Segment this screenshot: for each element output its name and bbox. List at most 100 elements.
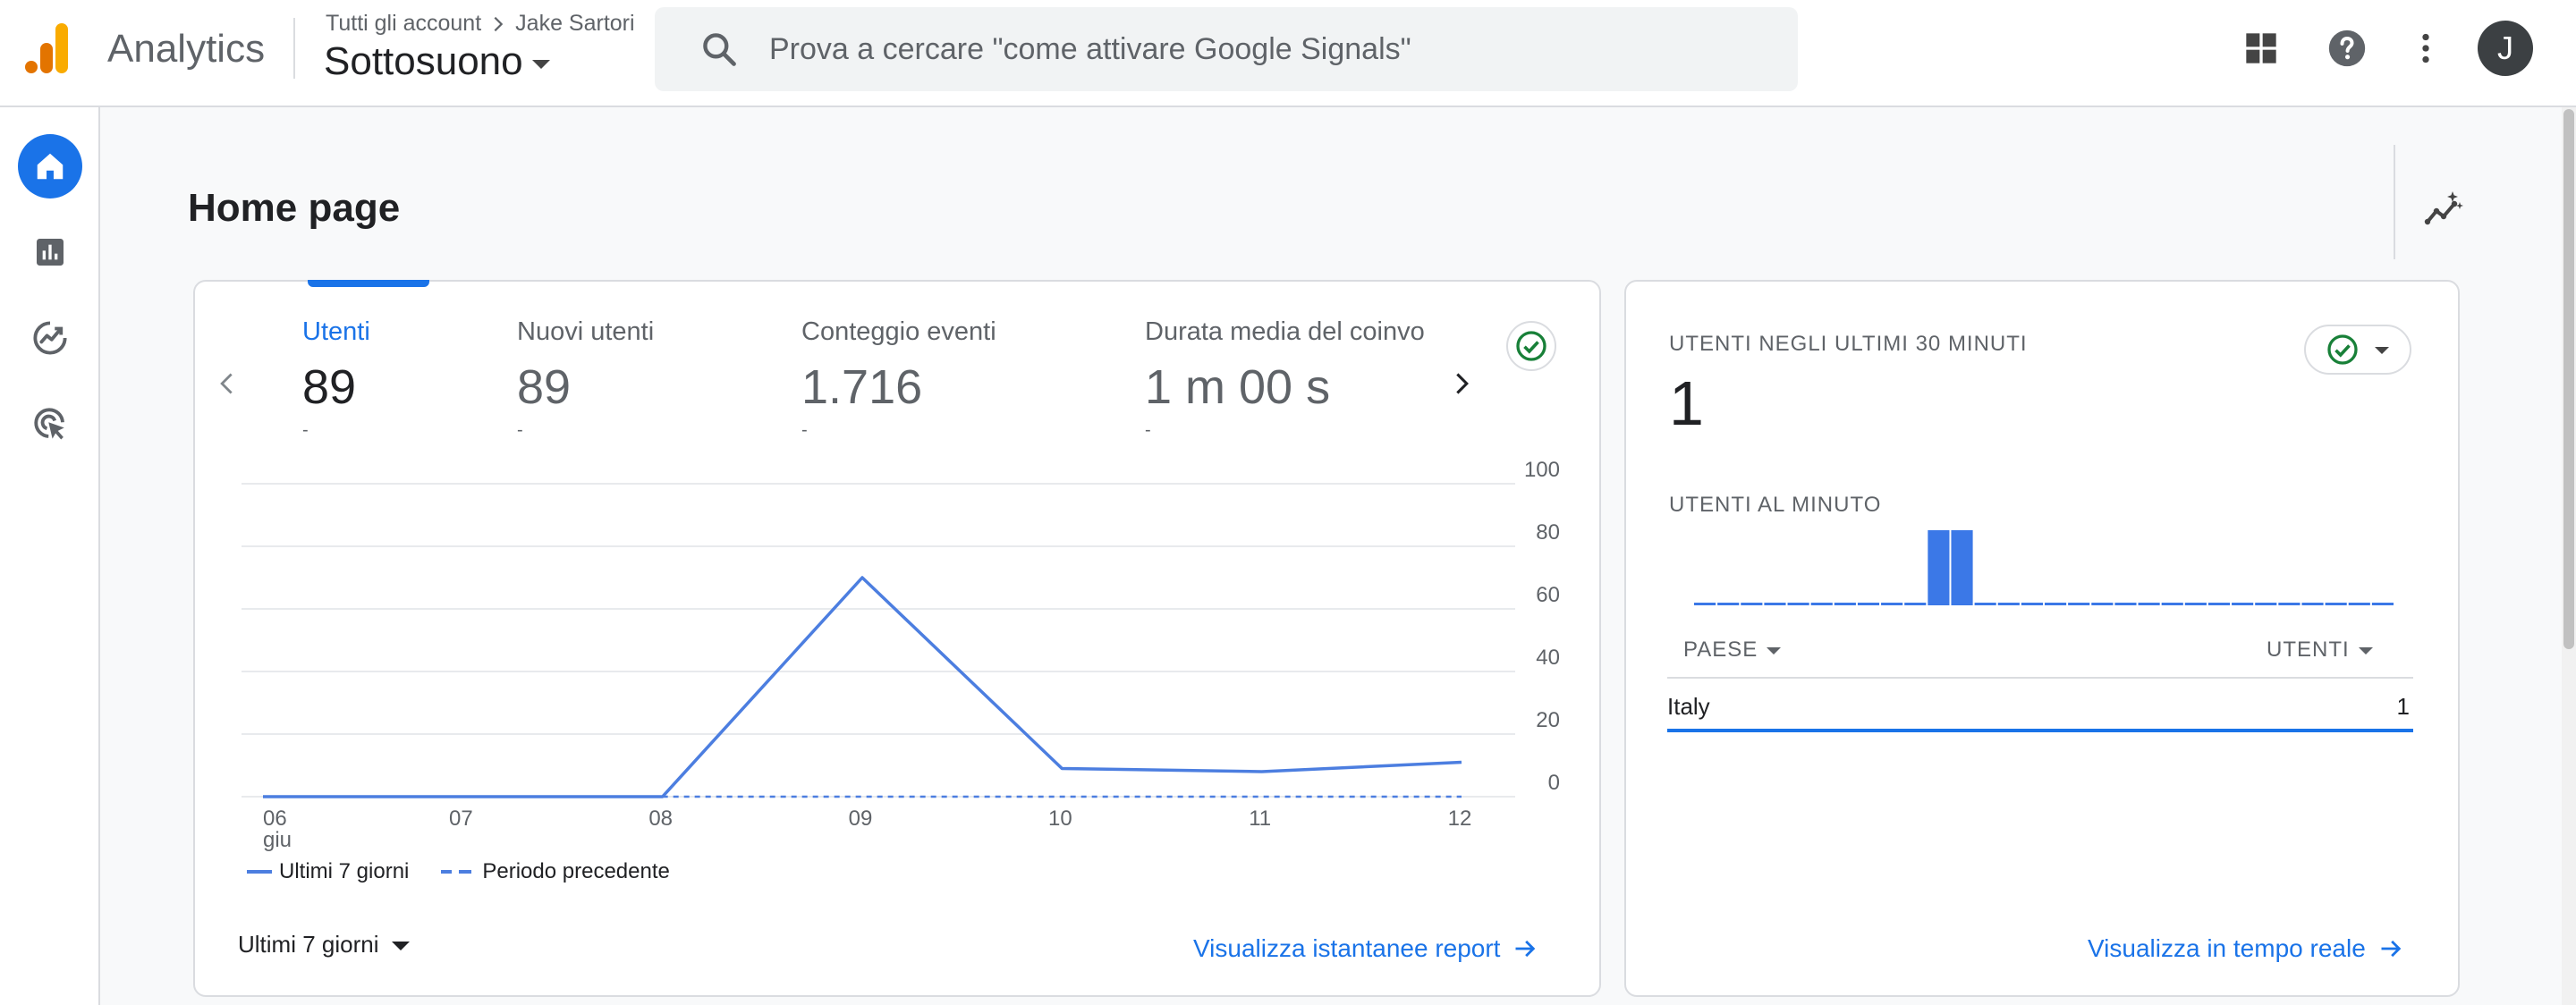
date-range-selector[interactable]: Ultimi 7 giorni (238, 931, 410, 959)
metric-change: - (1145, 420, 1151, 440)
x-tick-label: 10 (1048, 807, 1072, 831)
property-selector[interactable]: Sottosuono (324, 39, 550, 84)
y-tick-label: 80 (1536, 520, 1560, 545)
arrow-right-icon (2381, 940, 2402, 958)
users-line-chart: 0 20 40 60 80 100 06 07 08 09 10 11 12 giu (242, 460, 1560, 852)
help-button[interactable] (2318, 20, 2376, 77)
home-icon (37, 153, 64, 180)
country-cell: Italy (1667, 693, 1710, 720)
nav-advertising[interactable] (18, 392, 82, 456)
x-tick-label: 11 (1249, 807, 1271, 831)
main-content: Home page Utenti 89 - Nuovi utenti 89 - … (100, 107, 2562, 1005)
x-tick-label: 06 (263, 807, 287, 831)
arrow-right-icon (1515, 940, 1536, 958)
insights-icon (2424, 191, 2463, 225)
bar-chart-icon (37, 239, 64, 266)
caret-down-icon (391, 941, 410, 950)
explore-icon (33, 321, 67, 355)
minute-bar (2371, 603, 2394, 605)
chevron-right-icon (494, 16, 504, 31)
legend-swatch-dashed (441, 870, 472, 874)
breadcrumb[interactable]: Tutti gli account Jake Sartori (326, 11, 635, 37)
series-line-current (263, 576, 1462, 798)
left-nav (0, 107, 100, 1005)
metric-label: Utenti (302, 317, 370, 346)
avatar[interactable]: J (2478, 21, 2533, 76)
minute-bar (2232, 603, 2254, 605)
caret-down-icon (2375, 347, 2389, 354)
metric-value: 89 (517, 360, 572, 414)
users-per-minute-chart (1694, 530, 2394, 605)
realtime-users-value: 1 (1669, 368, 1704, 438)
date-range-label: Ultimi 7 giorni (238, 931, 379, 958)
check-circle-icon (2327, 334, 2358, 365)
insights-button[interactable] (2411, 177, 2476, 241)
metric-value: 1.716 (801, 360, 923, 414)
minute-bar (1694, 603, 1716, 605)
minute-bar (2207, 603, 2231, 605)
legend-current: Ultimi 7 giorni (279, 859, 410, 883)
data-quality-button[interactable] (1506, 321, 1556, 371)
users-cell: 1 (2396, 693, 2410, 720)
metric-tab-new-users[interactable]: Nuovi utenti 89 - (517, 317, 654, 441)
minute-bar (2114, 603, 2137, 605)
next-metrics-button[interactable] (1440, 362, 1483, 405)
overview-card: Utenti 89 - Nuovi utenti 89 - Conteggio … (193, 280, 1601, 997)
y-tick-label: 40 (1536, 646, 1560, 670)
metric-tab-users[interactable]: Utenti 89 - (302, 317, 370, 441)
legend-previous: Periodo precedente (482, 859, 670, 883)
app-name: Analytics (107, 27, 266, 71)
minute-bar (1787, 603, 1809, 605)
caret-down-icon (531, 60, 550, 69)
metric-label: Conteggio eventi (801, 317, 996, 346)
page-title: Home page (188, 186, 401, 230)
caret-down-icon (1767, 647, 1782, 655)
nav-explore[interactable] (18, 306, 82, 370)
breadcrumb-account-name[interactable]: Jake Sartori (515, 11, 634, 37)
minute-bar (1951, 530, 1973, 605)
minute-bar (1974, 603, 1996, 605)
search-bar[interactable]: Prova a cercare "come attivare Google Si… (655, 7, 1798, 91)
x-tick-label: 08 (648, 807, 673, 831)
users-per-minute-title: UTENTI AL MINUTO (1669, 493, 1882, 517)
minute-bar (2091, 603, 2114, 605)
more-options-button[interactable] (2397, 20, 2454, 77)
metric-value: 1 m 00 s (1145, 360, 1331, 414)
y-tick-label: 60 (1536, 583, 1560, 607)
table-row[interactable]: Italy 1 (1667, 686, 2413, 732)
y-tick-label: 0 (1548, 771, 1560, 795)
metric-tab-event-count[interactable]: Conteggio eventi 1.716 - (801, 317, 996, 441)
minute-bar (2278, 603, 2301, 605)
metric-value: 89 (302, 360, 357, 414)
minute-bar (2301, 603, 2324, 605)
users-column-header[interactable]: UTENTI (2267, 638, 2373, 663)
nav-home[interactable] (18, 134, 82, 198)
country-column-header[interactable]: PAESE (1683, 638, 1782, 663)
apps-button[interactable] (2233, 20, 2290, 77)
minute-bar (1857, 603, 1880, 605)
minute-bar (2068, 603, 2090, 605)
minute-bar (1881, 603, 1903, 605)
legend-swatch-solid (247, 870, 272, 874)
nav-reports[interactable] (18, 220, 82, 284)
breadcrumb-account[interactable]: Tutti gli account (326, 11, 481, 37)
realtime-status-dropdown[interactable] (2304, 325, 2411, 375)
search-placeholder: Prova a cercare "come attivare Google Si… (769, 31, 1411, 66)
minute-bar (2348, 603, 2370, 605)
analytics-logo[interactable] (25, 21, 75, 75)
minute-bar (1810, 603, 1833, 605)
minute-bar (2138, 603, 2160, 605)
minute-bar (1717, 603, 1740, 605)
view-realtime-link[interactable]: Visualizza in tempo reale (2088, 934, 2403, 963)
selected-tab-indicator (308, 280, 429, 287)
previous-metrics-button[interactable] (206, 362, 249, 405)
header-divider (293, 18, 295, 79)
link-label: Visualizza istantanee report (1193, 934, 1501, 962)
x-tick-label: 07 (449, 807, 473, 831)
metric-tab-engagement-time[interactable]: Durata media del coinvo 1 m 00 s - (1145, 317, 1425, 441)
minute-bar (2184, 603, 2207, 605)
scrollbar-thumb[interactable] (2563, 109, 2574, 649)
chevron-left-icon (220, 373, 233, 394)
minute-bar (2161, 603, 2183, 605)
view-reports-snapshot-link[interactable]: Visualizza istantanee report (1193, 934, 1538, 963)
